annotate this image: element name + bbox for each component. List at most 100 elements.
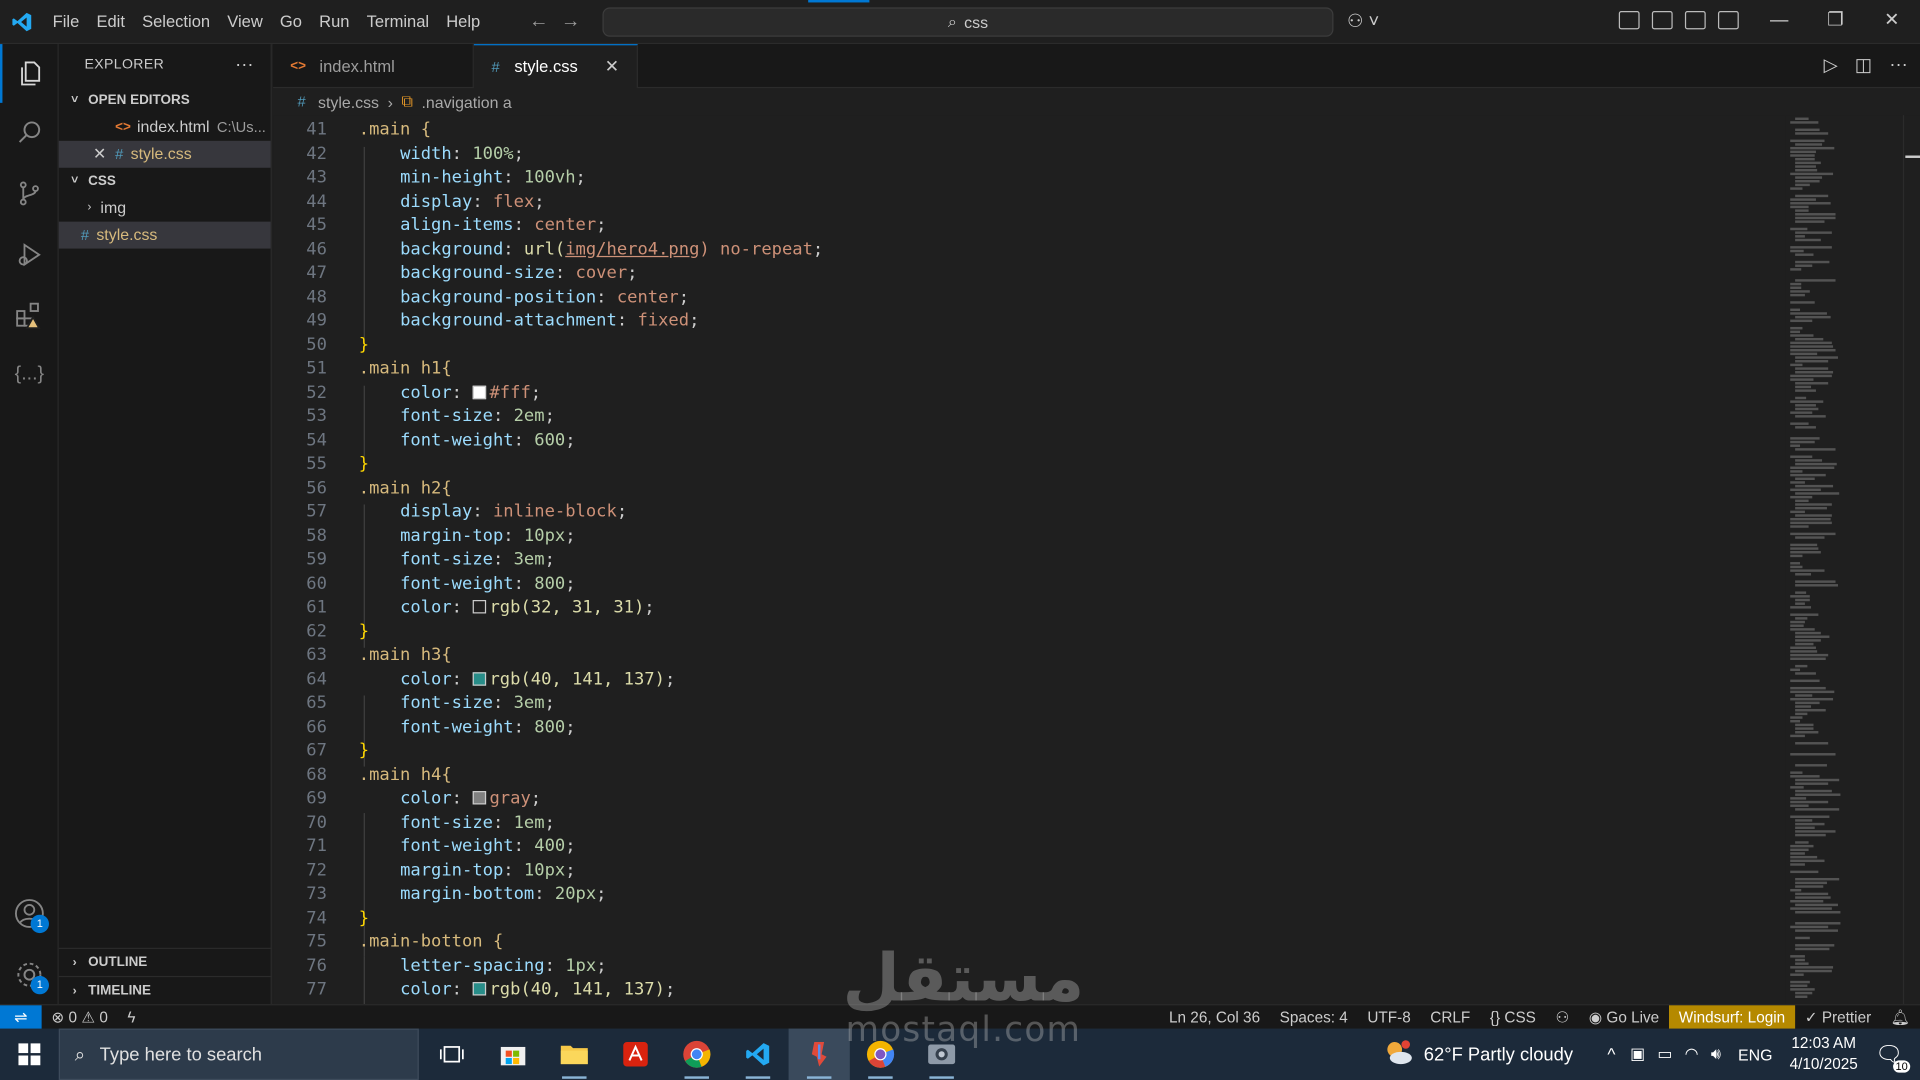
menu-go[interactable]: Go (271, 0, 310, 43)
color-swatch[interactable] (472, 385, 486, 399)
menu-selection[interactable]: Selection (134, 0, 219, 43)
problems-indicator[interactable]: ⊗ 0 ⚠ 0 (42, 1005, 118, 1029)
tab-index-html[interactable]: <> index.html (273, 44, 475, 89)
customize-layout-icon[interactable] (1618, 11, 1640, 30)
copilot-icon[interactable]: ⚇ ˅ (1347, 10, 1379, 32)
extensions-icon[interactable] (0, 287, 59, 346)
breadcrumb-file[interactable]: style.css (318, 92, 379, 110)
microsoft-store-icon[interactable] (482, 1029, 543, 1080)
braces-icon: {} (1489, 1008, 1501, 1027)
minimap[interactable] (1785, 115, 1903, 1005)
settings-gear-icon[interactable]: 1 (0, 945, 59, 1004)
weather-icon[interactable] (1382, 1039, 1414, 1070)
menu-help[interactable]: Help (438, 0, 489, 43)
menu-file[interactable]: File (44, 0, 88, 43)
language-mode[interactable]: {} CSS (1480, 1005, 1546, 1029)
end-of-line[interactable]: CRLF (1421, 1005, 1481, 1029)
vertical-scrollbar[interactable] (1902, 115, 1920, 1005)
chrome-icon[interactable] (666, 1029, 727, 1080)
toggle-panel-icon[interactable] (1684, 11, 1706, 30)
taskbar-search[interactable]: ⌕ Type here to search (58, 1028, 419, 1080)
volume-icon[interactable]: 🔊︎ (1711, 1044, 1721, 1064)
source-control-icon[interactable] (0, 164, 59, 223)
json-outline-icon[interactable]: {...} (0, 345, 59, 404)
battery-icon[interactable]: ▭ (1657, 1044, 1672, 1064)
toggle-primary-sidebar-icon[interactable] (1651, 11, 1673, 30)
search-view-icon[interactable] (0, 103, 59, 162)
minimap-line (1795, 778, 1840, 782)
close-icon[interactable]: ✕ (93, 141, 115, 168)
minimap-line (1790, 422, 1809, 425)
explorer-icon[interactable] (0, 44, 59, 103)
vscode-taskbar-icon[interactable] (727, 1029, 788, 1080)
close-tab-icon[interactable]: ✕ (605, 56, 619, 77)
prettier-status[interactable]: ✓ Prettier (1795, 1005, 1881, 1029)
network-app-icon[interactable]: ▣ (1630, 1044, 1645, 1064)
run-debug-icon[interactable] (0, 225, 59, 284)
minimap-line (1795, 168, 1818, 172)
open-editors-header[interactable]: ˅ OPEN EDITORS (59, 87, 271, 114)
task-view-icon[interactable] (421, 1029, 482, 1080)
app-pin-icon[interactable] (788, 1028, 850, 1080)
windsurf-login[interactable]: Windsurf: Login (1668, 1005, 1795, 1030)
back-arrow-icon[interactable]: ← (529, 11, 549, 33)
minimize-icon[interactable]: — (1751, 0, 1807, 44)
open-editor-item-style-css[interactable]: ✕ # style.css (58, 140, 271, 168)
file-explorer-icon[interactable] (544, 1029, 605, 1080)
more-actions-icon[interactable]: ··· (235, 54, 253, 75)
minimap-line (1795, 448, 1836, 451)
tree-item-style-css[interactable]: # style.css (58, 221, 271, 249)
color-swatch[interactable] (472, 671, 486, 686)
code-line: 50} (306, 334, 370, 355)
windows-start-icon[interactable] (0, 1029, 59, 1080)
notifications-bell-icon[interactable]: 🔔︎ (1881, 1005, 1920, 1029)
cursor-position[interactable]: Ln 26, Col 36 (1159, 1005, 1270, 1029)
code-editor[interactable]: 41 .main { 42 width: 100%; 43 min-height:… (273, 115, 1786, 1005)
taskbar-clock[interactable]: 12:03 AM 4/10/2025 (1773, 1033, 1875, 1075)
css-file-icon: # (297, 93, 306, 111)
minimap-line (1790, 697, 1834, 701)
more-actions-icon[interactable]: ··· (1889, 54, 1907, 76)
toggle-secondary-sidebar-icon[interactable] (1717, 11, 1739, 30)
css-file-icon: # (115, 145, 124, 163)
color-swatch[interactable] (472, 791, 486, 805)
maximize-icon[interactable]: ❐ (1807, 0, 1863, 44)
weather-text[interactable]: 62°F Partly cloudy (1424, 1044, 1573, 1065)
acrobat-icon[interactable] (605, 1029, 666, 1080)
wifi-icon[interactable]: ◠ (1685, 1044, 1699, 1064)
menu-terminal[interactable]: Terminal (358, 0, 438, 43)
open-editor-item-index-html[interactable]: <> index.html C:\Us... (59, 114, 271, 141)
tab-style-css[interactable]: # style.css ✕ (474, 44, 638, 89)
command-center-search[interactable]: ⌕ css (602, 7, 1334, 37)
minimap-line (1790, 363, 1803, 367)
accounts-icon[interactable]: 1 (0, 884, 59, 943)
color-swatch[interactable] (472, 600, 486, 614)
minimap-line (1795, 492, 1840, 495)
close-window-icon[interactable]: ✕ (1864, 0, 1920, 44)
timeline-section[interactable]: › TIMELINE (58, 975, 272, 1004)
run-icon[interactable]: ▷ (1824, 54, 1838, 76)
breadcrumb-symbol[interactable]: .navigation a (421, 92, 511, 110)
remote-indicator-icon[interactable]: ⇌ (0, 1004, 42, 1030)
tree-item-img[interactable]: › img (59, 195, 271, 222)
go-live-button[interactable]: ◉ Go Live (1579, 1005, 1669, 1029)
screen-capture-icon[interactable] (911, 1029, 972, 1080)
lightning-icon[interactable]: ϟ (118, 1005, 146, 1029)
notification-center-icon[interactable]: 🗨︎ 10 (1875, 1041, 1911, 1073)
minimap-line (1790, 786, 1804, 789)
outline-section[interactable]: › OUTLINE (58, 947, 272, 976)
forward-arrow-icon[interactable]: → (561, 11, 581, 33)
language-indicator[interactable]: ENG (1738, 1045, 1772, 1063)
split-editor-icon[interactable]: ◫ (1855, 54, 1872, 76)
menu-run[interactable]: Run (311, 0, 358, 43)
folder-header-css[interactable]: ˅ CSS (59, 168, 271, 195)
encoding[interactable]: UTF-8 (1358, 1005, 1421, 1029)
menu-edit[interactable]: Edit (88, 0, 134, 43)
menu-view[interactable]: View (219, 0, 272, 43)
copilot-status-icon[interactable]: ⚇ (1546, 1005, 1579, 1029)
minimap-line (1790, 121, 1819, 124)
chevron-up-icon[interactable]: ^ (1607, 1044, 1615, 1064)
color-swatch[interactable] (472, 982, 486, 996)
chrome-canary-icon[interactable] (850, 1029, 911, 1080)
indentation[interactable]: Spaces: 4 (1270, 1005, 1358, 1029)
